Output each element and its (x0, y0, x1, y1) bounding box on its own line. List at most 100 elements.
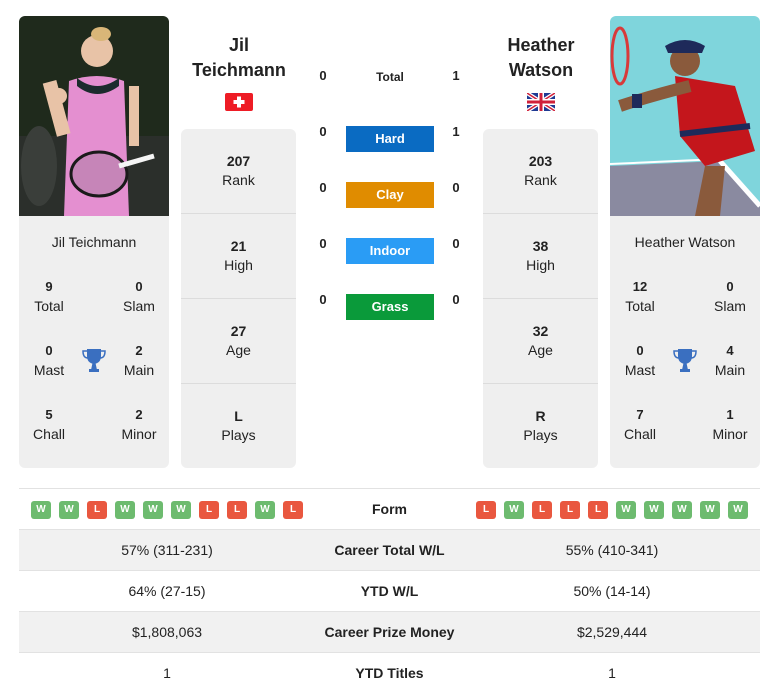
stat-label: High (526, 257, 555, 273)
value-right: 50% (14-14) (573, 583, 651, 599)
titles-slam: 0 Slam (123, 279, 155, 314)
row-label: Career Total W/L (334, 542, 445, 558)
form-badges-left: WWLWWWLLWL (31, 501, 303, 519)
stat-high: 21 High (181, 214, 296, 299)
stat-label: Rank (222, 172, 255, 188)
h2h-left-total: 0 (319, 68, 327, 83)
player-photo-right (610, 16, 760, 216)
player-name-left[interactable]: Jil Teichmann (174, 33, 304, 83)
stat-high: 38 High (483, 214, 598, 299)
surface-indoor[interactable]: Indoor (346, 238, 434, 264)
stat-label: Plays (523, 427, 558, 443)
value-right: 55% (410-341) (565, 542, 659, 558)
surface-total: Total (376, 70, 404, 84)
value-right: $2,529,444 (576, 624, 648, 640)
titles-slam: 0 Slam (714, 279, 746, 314)
h2h-left-indoor: 0 (319, 236, 327, 251)
comparison-table: WWLWWWLLWL Form LWLLLWWWWW 57% (311-231)… (19, 488, 760, 693)
stat-label: Plays (221, 427, 256, 443)
form-badge-win[interactable]: W (115, 501, 135, 519)
table-row: 1 YTD Titles 1 (19, 652, 760, 693)
form-badge-win[interactable]: W (728, 501, 748, 519)
form-badge-win[interactable]: W (171, 501, 191, 519)
trophy-icon (673, 349, 697, 372)
flag-switzerland-icon (225, 93, 253, 111)
form-badge-win[interactable]: W (672, 501, 692, 519)
h2h-right-total: 1 (452, 68, 460, 83)
value-left: 64% (27-15) (128, 583, 206, 599)
stat-plays: R Plays (483, 384, 598, 469)
titles-main: 2 Main (123, 343, 155, 378)
stat-value: L (234, 408, 243, 424)
form-badge-win[interactable]: W (504, 501, 524, 519)
titles-card-right: Heather Watson 12 Total 0 Slam 0 Mast 4 … (610, 216, 760, 468)
table-row: $1,808,063 Career Prize Money $2,529,444 (19, 611, 760, 652)
titles-chall: 5 Chall (33, 407, 65, 442)
form-row: WWLWWWLLWL Form LWLLLWWWWW (19, 488, 760, 529)
h2h-left-clay: 0 (319, 180, 327, 195)
table-row: 64% (27-15) YTD W/L 50% (14-14) (19, 570, 760, 611)
form-badge-loss[interactable]: L (560, 501, 580, 519)
surface-clay[interactable]: Clay (346, 182, 434, 208)
titles-total: 12 Total (625, 279, 655, 314)
h2h-right-hard: 1 (452, 124, 460, 139)
surface-hard[interactable]: Hard (346, 126, 434, 152)
stat-value: 27 (230, 323, 247, 339)
form-badge-loss[interactable]: L (588, 501, 608, 519)
h2h-right-grass: 0 (452, 292, 460, 307)
h2h-left-grass: 0 (319, 292, 327, 307)
form-badge-win[interactable]: W (700, 501, 720, 519)
stat-value: 38 (532, 238, 549, 254)
h2h-right-indoor: 0 (452, 236, 460, 251)
stat-label: Rank (524, 172, 557, 188)
form-badge-loss[interactable]: L (283, 501, 303, 519)
stat-age: 32 Age (483, 299, 598, 384)
form-badge-win[interactable]: W (616, 501, 636, 519)
stat-plays: L Plays (181, 384, 296, 469)
form-badge-win[interactable]: W (31, 501, 51, 519)
value-right: 1 (608, 665, 616, 681)
row-label: YTD Titles (355, 665, 424, 681)
form-badge-win[interactable]: W (143, 501, 163, 519)
surface-grass[interactable]: Grass (346, 294, 434, 320)
stat-value: 207 (226, 153, 251, 169)
player-name: Heather Watson (634, 234, 736, 250)
stat-rank: 207 Rank (181, 129, 296, 214)
row-label: YTD W/L (360, 583, 419, 599)
stat-value: 21 (230, 238, 247, 254)
form-badge-win[interactable]: W (644, 501, 664, 519)
titles-mast: 0 Mast (33, 343, 65, 378)
form-badge-loss[interactable]: L (87, 501, 107, 519)
titles-main: 4 Main (714, 343, 746, 378)
stat-label: Age (226, 342, 251, 358)
stat-label: High (224, 257, 253, 273)
value-left: 57% (311-231) (121, 542, 213, 558)
value-left: 1 (163, 665, 171, 681)
stats-card-right: 203 Rank 38 High 32 Age R Plays (483, 129, 598, 468)
form-badge-loss[interactable]: L (532, 501, 552, 519)
stat-age: 27 Age (181, 299, 296, 384)
stat-value: R (535, 408, 546, 424)
stat-value: 203 (528, 153, 553, 169)
titles-minor: 1 Minor (712, 407, 748, 442)
form-badge-loss[interactable]: L (199, 501, 219, 519)
form-badge-loss[interactable]: L (227, 501, 247, 519)
stat-label: Age (528, 342, 553, 358)
stat-value: 32 (532, 323, 549, 339)
player-name-right[interactable]: Heather Watson (476, 33, 606, 83)
titles-total: 9 Total (34, 279, 64, 314)
form-label: Form (372, 501, 407, 517)
stats-card-left: 207 Rank 21 High 27 Age L Plays (181, 129, 296, 468)
player-name: Jil Teichmann (51, 234, 137, 250)
h2h-left-hard: 0 (319, 124, 327, 139)
titles-card-left: Jil Teichmann 9 Total 0 Slam 0 Mast 2 Ma… (19, 216, 169, 468)
flag-uk-icon (527, 93, 555, 111)
form-badges-right: LWLLLWWWWW (476, 501, 748, 519)
form-badge-win[interactable]: W (255, 501, 275, 519)
form-badge-loss[interactable]: L (476, 501, 496, 519)
form-badge-win[interactable]: W (59, 501, 79, 519)
h2h-right-clay: 0 (452, 180, 460, 195)
stat-rank: 203 Rank (483, 129, 598, 214)
value-left: $1,808,063 (131, 624, 203, 640)
trophy-icon (82, 349, 106, 372)
